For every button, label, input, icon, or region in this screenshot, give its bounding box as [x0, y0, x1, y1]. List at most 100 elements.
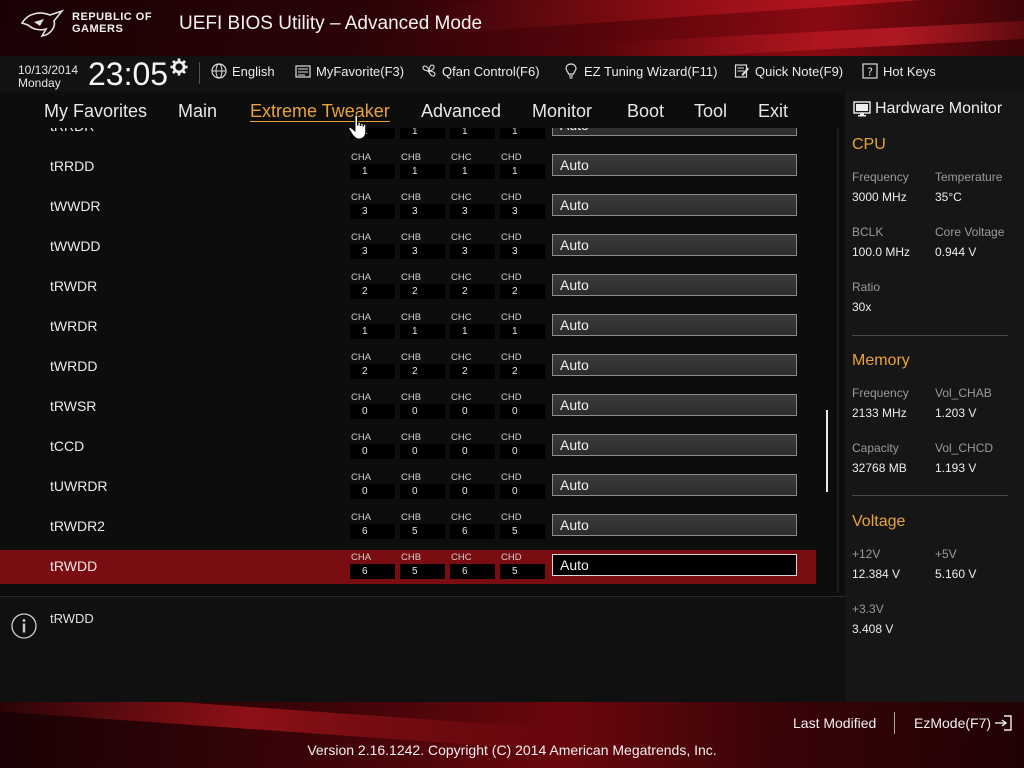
setting-dropdown[interactable]: Auto	[552, 474, 797, 496]
channel-name: CHB	[401, 552, 422, 563]
qfan-label: Qfan Control(F6)	[442, 63, 540, 79]
setting-dropdown[interactable]: Auto	[552, 434, 797, 456]
toolbar-divider	[199, 62, 200, 84]
tab-advanced[interactable]: Advanced	[421, 101, 501, 122]
v33-value: 3.408 V	[852, 622, 894, 636]
channel-name: CHA	[351, 232, 372, 243]
channel-value: 0	[500, 484, 545, 499]
monitor-icon	[853, 101, 871, 117]
favorite-icon	[295, 65, 311, 78]
settings-list: tRRDRCHA1CHB1CHC1CHD1AutotRRDDCHA1CHB1CH…	[0, 128, 835, 593]
channel-value: 6	[350, 564, 395, 579]
setting-dropdown[interactable]: Auto	[552, 314, 797, 336]
ezmode-button[interactable]: EzMode(F7)	[914, 715, 1012, 731]
date-display: 10/13/2014 Monday	[18, 64, 78, 90]
tab-monitor[interactable]: Monitor	[532, 101, 592, 122]
channel-name: CHD	[501, 152, 522, 163]
channel-name: CHD	[501, 232, 522, 243]
channel-name: CHA	[351, 552, 372, 563]
setting-dropdown[interactable]: Auto	[552, 128, 797, 136]
setting-dropdown[interactable]: Auto	[552, 394, 797, 416]
globe-icon	[211, 63, 227, 79]
clock-time: 23:05	[88, 56, 169, 92]
setting-dropdown[interactable]: Auto	[552, 234, 797, 256]
channel-name: CHC	[451, 312, 472, 323]
table-row[interactable]: tRWDD CHA 6 CHB 5 CHC 6 CHD 5 Auto	[0, 550, 816, 584]
setting-dropdown[interactable]: Auto	[552, 554, 797, 576]
tab-main[interactable]: Main	[178, 101, 217, 122]
channel-value: 0	[500, 404, 545, 419]
channel-value: 3	[450, 244, 495, 259]
table-row[interactable]: tWWDR CHA 3 CHB 3 CHC 3 CHD 3 Auto	[0, 190, 816, 224]
tab-exit[interactable]: Exit	[758, 101, 788, 122]
fan-icon	[422, 64, 436, 77]
hot-keys-button[interactable]: ? Hot Keys	[862, 63, 936, 79]
table-row[interactable]: tRWSR CHA 0 CHB 0 CHC 0 CHD 0 Auto	[0, 390, 816, 424]
channel-value: 5	[400, 524, 445, 539]
cpu-frequency-value: 3000 MHz	[852, 190, 907, 204]
channel-value: 1	[450, 324, 495, 339]
gear-icon[interactable]	[170, 58, 188, 76]
hardware-monitor-title: Hardware Monitor	[853, 100, 1002, 118]
language-label: English	[232, 63, 275, 79]
qfan-control-button[interactable]: Qfan Control(F6)	[421, 63, 540, 79]
table-row[interactable]: tWRDR CHA 1 CHB 1 CHC 1 CHD 1 Auto	[0, 310, 816, 344]
vol-chab-label: Vol_CHAB	[935, 386, 992, 400]
setting-dropdown[interactable]: Auto	[552, 154, 797, 176]
core-voltage-label: Core Voltage	[935, 225, 1005, 239]
ratio-value: 30x	[852, 300, 872, 314]
channel-name: CHB	[401, 312, 422, 323]
footer-divider	[894, 712, 895, 734]
channel-value: 3	[500, 204, 545, 219]
channel-value: 0	[350, 484, 395, 499]
channel-value: 1	[350, 324, 395, 339]
list-scrollbar[interactable]	[826, 410, 828, 492]
channel-value: 0	[350, 444, 395, 459]
brand-line-2: GAMERS	[72, 23, 124, 35]
setting-dropdown[interactable]: Auto	[552, 354, 797, 376]
table-row[interactable]: tWRDD CHA 2 CHB 2 CHC 2 CHD 2 Auto	[0, 350, 816, 384]
channel-name: CHD	[501, 192, 522, 203]
setting-dropdown[interactable]: Auto	[552, 274, 797, 296]
app-title: UEFI BIOS Utility – Advanced Mode	[179, 13, 483, 34]
ezmode-label: EzMode(F7)	[914, 715, 992, 731]
hot-keys-label: Hot Keys	[883, 63, 936, 79]
channel-name: CHA	[351, 472, 372, 483]
quick-note-button[interactable]: Quick Note(F9)	[734, 63, 843, 79]
row-label: tWWDD	[50, 238, 101, 254]
vol-chcd-label: Vol_CHCD	[935, 441, 994, 455]
table-row[interactable]: tCCD CHA 0 CHB 0 CHC 0 CHD 0 Auto	[0, 430, 816, 464]
row-label: tWRDR	[50, 318, 98, 334]
tab-my-favorites[interactable]: My Favorites	[44, 101, 147, 122]
table-row[interactable]: tRRDD CHA 1 CHB 1 CHC 1 CHD 1 Auto	[0, 150, 816, 184]
channel-value: 0	[450, 484, 495, 499]
brand-line-1: REPUBLIC OF	[72, 11, 153, 23]
language-button[interactable]: English	[211, 63, 275, 79]
bulb-icon	[565, 63, 577, 79]
channel-value: 0	[450, 404, 495, 419]
table-row[interactable]: tWWDD CHA 3 CHB 3 CHC 3 CHD 3 Auto	[0, 230, 816, 264]
tab-boot[interactable]: Boot	[627, 101, 664, 122]
channel-name: CHB	[401, 472, 422, 483]
table-row[interactable]: tUWRDR CHA 0 CHB 0 CHC 0 CHD 0 Auto	[0, 470, 816, 504]
table-row[interactable]: tRWDR CHA 2 CHB 2 CHC 2 CHD 2 Auto	[0, 270, 816, 304]
setting-dropdown[interactable]: Auto	[552, 194, 797, 216]
hardware-monitor-panel: Hardware Monitor CPU Frequency Temperatu…	[845, 92, 1024, 702]
setting-dropdown[interactable]: Auto	[552, 514, 797, 536]
copyright-text: Version 2.16.1242. Copyright (C) 2014 Am…	[307, 742, 717, 758]
channel-name: CHC	[451, 432, 472, 443]
channel-value: 3	[450, 204, 495, 219]
last-modified-button[interactable]: Last Modified	[793, 715, 876, 731]
v12-label: +12V	[852, 547, 881, 561]
ez-tuning-wizard-button[interactable]: EZ Tuning Wizard(F11)	[563, 63, 717, 79]
ratio-label: Ratio	[852, 280, 881, 294]
tab-tool[interactable]: Tool	[694, 101, 727, 122]
table-row[interactable]: tRRDRCHA1CHB1CHC1CHD1Auto	[0, 128, 816, 144]
table-row[interactable]: tRWDR2 CHA 6 CHB 5 CHC 6 CHD 5 Auto	[0, 510, 816, 544]
channel-name: CHC	[451, 472, 472, 483]
myfavorite-button[interactable]: MyFavorite(F3)	[295, 63, 404, 79]
channel-name: CHA	[351, 432, 372, 443]
channel-name: CHA	[351, 152, 372, 163]
header-decoration	[599, 16, 1024, 56]
channel-value: 1	[500, 164, 545, 179]
